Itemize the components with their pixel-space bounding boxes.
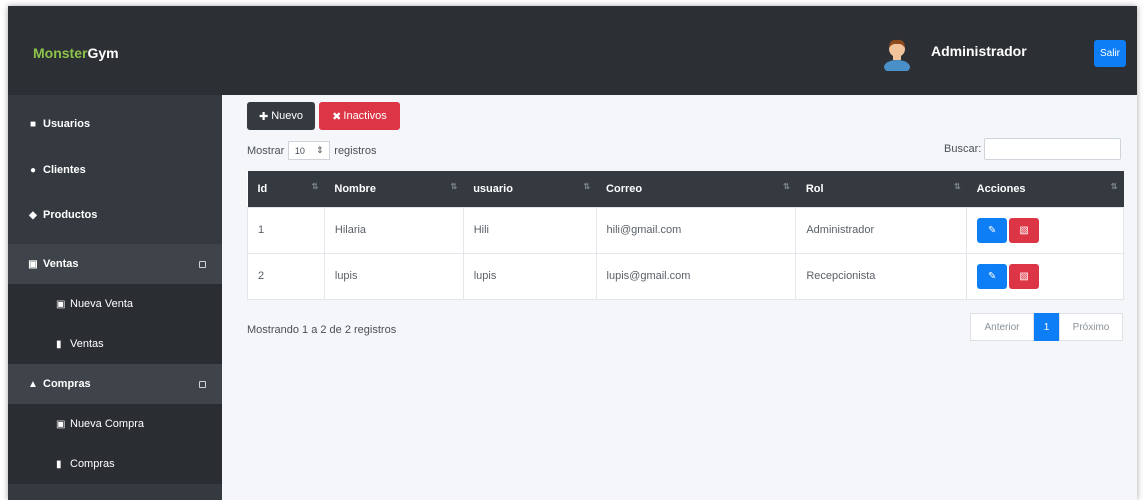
cell-correo: hili@gmail.com: [595, 206, 797, 254]
main-content: ✚ Nuevo ✖ Inactivos Mostrar 10 ⇕ registr…: [222, 95, 1137, 500]
tags-icon: ◆: [29, 209, 37, 221]
pagination: Anterior 1 Próximo: [970, 313, 1123, 341]
table-info: Mostrando 1 a 2 de 2 registros: [247, 324, 397, 336]
sort-icon: ⇅: [1110, 182, 1118, 191]
collapse-icon: [199, 260, 206, 268]
cart-icon: ▣: [28, 258, 38, 270]
sort-icon: ⇅: [953, 182, 961, 191]
cell-rol: Administrador: [795, 206, 968, 254]
cart-icon: ▣: [56, 418, 66, 430]
file-icon: ▮: [56, 338, 62, 350]
sidebar-item-clientes[interactable]: ● Clientes: [8, 151, 222, 189]
edit-button[interactable]: ✎: [977, 263, 1008, 289]
delete-button[interactable]: ▧: [1009, 263, 1040, 289]
sidebar-subitem-label: Compras: [70, 458, 115, 470]
cart-icon: ▣: [56, 298, 66, 310]
delete-button[interactable]: ▧: [1009, 217, 1040, 243]
column-header[interactable]: Rol ⇅: [795, 171, 967, 207]
trash-icon: ▧: [1019, 224, 1029, 236]
sidebar-subitem-compras[interactable]: ▮ Compras: [8, 444, 222, 484]
column-header[interactable]: Id ⇅: [247, 171, 325, 207]
brand-logo[interactable]: MonsterGym: [33, 45, 119, 61]
file-icon: ▮: [56, 458, 62, 470]
new-button[interactable]: ✚ Nuevo: [247, 102, 315, 130]
sidebar-subitem-nueva-compra[interactable]: ▣ Nueva Compra: [8, 404, 222, 444]
show-label: Mostrar: [247, 144, 285, 157]
sort-icon: ⇅: [311, 182, 319, 191]
cell-usuario: Hili: [462, 206, 597, 254]
cell-id: 2: [247, 252, 325, 300]
prev-page-button[interactable]: Anterior: [970, 313, 1034, 341]
cell-rol: Recepcionista: [795, 252, 968, 300]
search-input[interactable]: [984, 138, 1122, 160]
sort-icon: ⇅: [583, 182, 591, 191]
column-header[interactable]: Acciones ⇅: [966, 171, 1124, 207]
table-row: 2 lupis lupis lupis@gmail.com Recepcioni…: [247, 252, 1124, 300]
cell-acciones: ✎ ▧: [966, 206, 1124, 254]
bag-icon: ▲: [28, 378, 38, 390]
sort-icon: ⇅: [783, 182, 790, 191]
page-length-select[interactable]: 10 ⇕: [288, 141, 331, 160]
select-arrows-icon: ⇕: [316, 145, 324, 155]
sidebar-item-label: Compras: [43, 378, 91, 390]
table-header-row: Id ⇅ Nombre ⇅ usuario ⇅ Correo ⇅ Rol ⇅ Accion…: [247, 171, 1124, 207]
page-button[interactable]: 1: [1034, 313, 1059, 341]
users-icon: ●: [29, 164, 37, 176]
inactive-button-label: Inactivos: [343, 110, 387, 122]
brand-part1: Monster: [33, 45, 88, 61]
logout-button[interactable]: Salir: [1094, 40, 1126, 67]
table-row: 1 Hilaria Hili hili@gmail.com Administra…: [247, 206, 1124, 254]
cell-correo: lupis@gmail.com: [595, 252, 797, 300]
sidebar-item-label: Productos: [43, 209, 98, 221]
avatar-icon: [884, 39, 910, 71]
sidebar-item-compras[interactable]: ▲ Compras: [8, 364, 222, 404]
sidebar-subitem-label: Nueva Venta: [70, 298, 133, 310]
search-label: Buscar:: [944, 143, 982, 155]
cell-nombre: lupis: [323, 252, 464, 300]
trash-icon: ▧: [1019, 270, 1029, 282]
sidebar-subitem-label: Nueva Compra: [70, 418, 144, 430]
new-button-label: Nuevo: [271, 110, 303, 122]
sidebar-item-ventas[interactable]: ▣ Ventas: [8, 244, 222, 284]
app-window: MonsterGym Administrador Salir ■ Usuario…: [8, 6, 1137, 500]
sidebar-item-label: Usuarios: [43, 118, 91, 130]
sidebar: ■ Usuarios ● Clientes ◆ Productos ▣ Vent…: [8, 95, 222, 500]
cell-acciones: ✎ ▧: [966, 252, 1124, 300]
inactive-button[interactable]: ✖ Inactivos: [319, 102, 400, 130]
user-icon: ■: [29, 118, 37, 130]
user-slash-icon: ✖: [332, 110, 342, 123]
sidebar-item-usuarios[interactable]: ■ Usuarios: [8, 105, 222, 143]
user-name: Administrador: [931, 43, 1027, 59]
edit-icon: ✎: [987, 224, 997, 236]
brand-part2: Gym: [87, 45, 119, 61]
column-header[interactable]: Nombre ⇅: [324, 171, 464, 207]
plus-circle-icon: ✚: [258, 110, 269, 123]
sidebar-subitem-nueva-venta[interactable]: ▣ Nueva Venta: [8, 284, 222, 324]
edit-icon: ✎: [987, 270, 997, 282]
search-control: Buscar:: [944, 138, 1122, 160]
sidebar-item-label: Ventas: [43, 258, 79, 270]
sidebar-subitem-label: Ventas: [70, 338, 104, 350]
page-length-value: 10: [294, 145, 305, 156]
cell-nombre: Hilaria: [323, 206, 464, 254]
column-header[interactable]: Correo ⇅: [596, 171, 796, 207]
page-length-control: Mostrar 10 ⇕ registros: [247, 141, 376, 160]
users-table: Id ⇅ Nombre ⇅ usuario ⇅ Correo ⇅ Rol ⇅ Accion…: [247, 171, 1124, 300]
column-header[interactable]: usuario ⇅: [463, 171, 597, 207]
top-navbar: MonsterGym Administrador Salir: [8, 6, 1137, 95]
sidebar-subitem-ventas[interactable]: ▮ Ventas: [8, 324, 222, 364]
next-page-button[interactable]: Próximo: [1059, 313, 1123, 341]
cell-usuario: lupis: [462, 252, 597, 300]
sidebar-item-productos[interactable]: ◆ Productos: [8, 196, 222, 234]
cell-id: 1: [247, 206, 325, 254]
sort-icon: ⇅: [450, 182, 458, 191]
records-label: registros: [334, 144, 377, 157]
collapse-icon: [199, 380, 206, 388]
sidebar-item-label: Clientes: [43, 164, 86, 176]
edit-button[interactable]: ✎: [977, 217, 1008, 243]
